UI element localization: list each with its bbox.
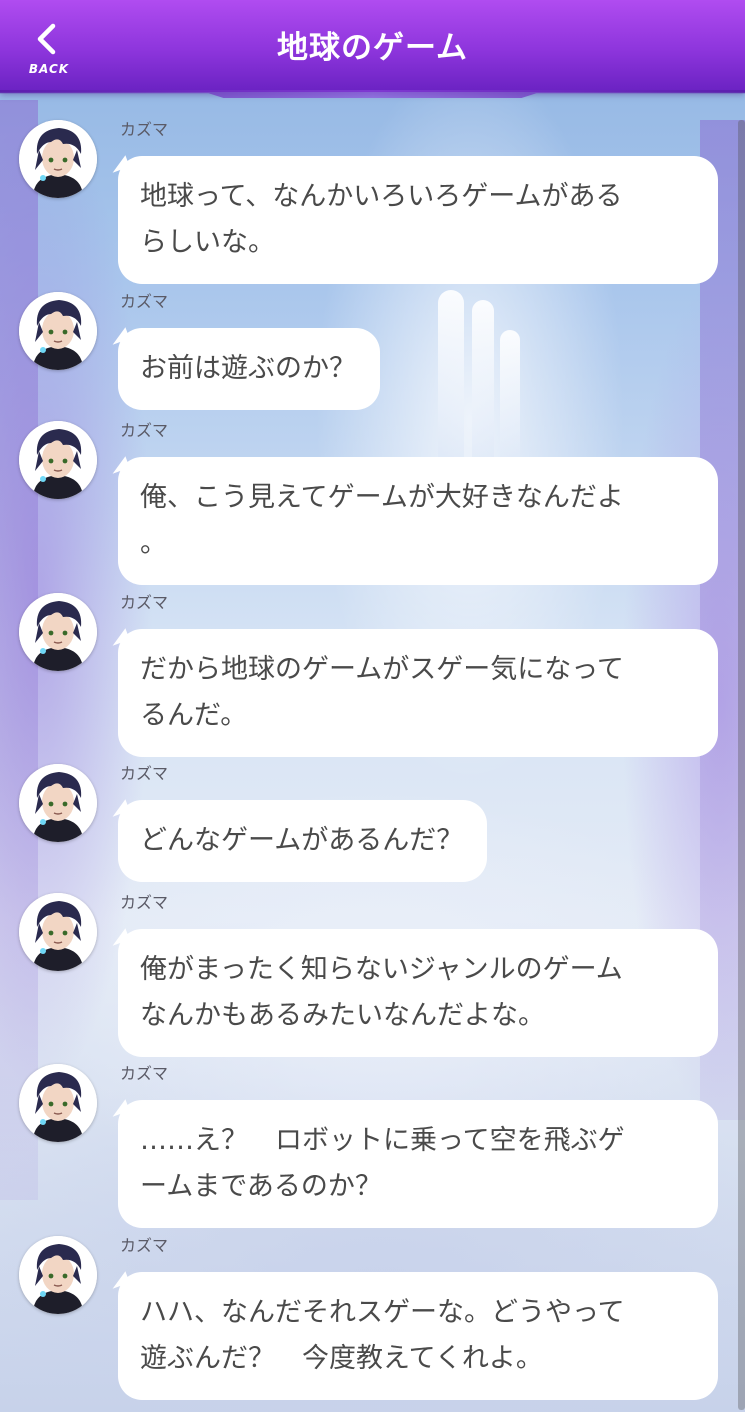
speaker-name: カズマ: [120, 1236, 169, 1255]
speaker-name: カズマ: [120, 764, 169, 783]
message-bubble: 俺、こう見えてゲームが大好きなんだよ。: [118, 457, 718, 585]
message-line: だから地球のゲームがスゲー気になって: [140, 654, 624, 685]
scrollbar[interactable]: [738, 120, 745, 1410]
message-line: 俺がまったく知らないジャンルのゲーム: [140, 954, 623, 985]
speaker-name: カズマ: [120, 292, 169, 311]
character-avatar: [19, 120, 97, 198]
message-line: お前は遊ぶのか？: [140, 353, 356, 384]
message-line: なんかもあるみたいなんだよな。: [140, 1000, 545, 1031]
character-avatar: [19, 893, 97, 971]
character-avatar: [19, 764, 97, 842]
message-line: ームまであるのか？: [140, 1171, 382, 1202]
message-bubble: どんなゲームがあるんだ？: [118, 800, 488, 882]
message-line: 地球って、なんかいろいろゲームがある: [140, 181, 623, 212]
message-bubble: 俺がまったく知らないジャンルのゲーム なんかもあるみたいなんだよな。: [118, 929, 718, 1057]
message-bubble: だから地球のゲームがスゲー気になって るんだ。: [118, 629, 718, 757]
message-bubble: 地球って、なんかいろいろゲームがある らしいな。: [118, 156, 718, 284]
character-avatar: [19, 593, 97, 671]
character-avatar: [19, 421, 97, 499]
story-screen: BACK 地球のゲーム カズマ 地球って、なんかいろいろゲームがある らしいな。 カズ…: [0, 0, 745, 1412]
speaker-name: カズマ: [120, 421, 169, 440]
message-line: らしいな。: [140, 227, 275, 258]
speaker-name: カズマ: [120, 120, 169, 139]
message-line: ……え？ ロボットに乗って空を飛ぶゲ: [140, 1125, 625, 1156]
character-avatar: [19, 1064, 97, 1142]
speaker-name: カズマ: [120, 593, 169, 612]
character-avatar: [19, 1236, 97, 1314]
message-bubble: お前は遊ぶのか？: [118, 328, 380, 410]
message-line: 。: [140, 528, 167, 559]
message-bubble: ハハ、なんだそれスゲーな。どうやって 遊ぶんだ？ 今度教えてくれよ。: [118, 1272, 718, 1400]
character-avatar: [19, 292, 97, 370]
top-bar: BACK 地球のゲーム: [0, 0, 745, 92]
message-line: どんなゲームがあるんだ？: [140, 825, 464, 856]
speaker-name: カズマ: [120, 893, 169, 912]
page-title: 地球のゲーム: [276, 30, 469, 66]
speaker-name: カズマ: [120, 1064, 169, 1083]
message-line: 遊ぶんだ？ 今度教えてくれよ。: [140, 1343, 543, 1374]
message-bubble: ……え？ ロボットに乗って空を飛ぶゲ ームまであるのか？: [118, 1100, 718, 1228]
message-line: るんだ。: [140, 700, 248, 731]
message-line: ハハ、なんだそれスゲーな。どうやって: [140, 1297, 625, 1328]
message-line: 俺、こう見えてゲームが大好きなんだよ: [140, 482, 624, 513]
